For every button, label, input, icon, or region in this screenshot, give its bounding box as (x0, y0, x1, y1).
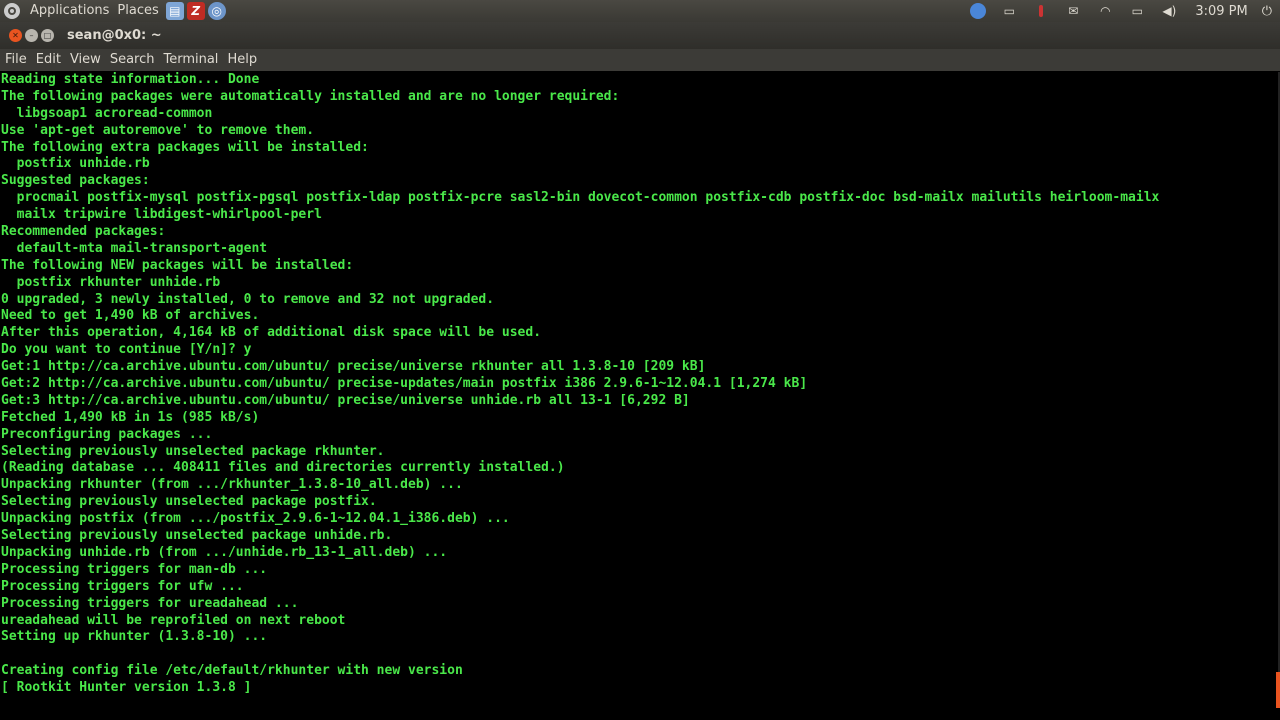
window-titlebar[interactable]: ✕ – □ sean@0x0: ~ (0, 22, 1280, 49)
power-icon[interactable]: ⏻ (1262, 4, 1272, 19)
menu-view[interactable]: View (66, 49, 105, 71)
menu-terminal[interactable]: Terminal (159, 49, 222, 71)
mail-icon[interactable]: ✉ (1064, 3, 1082, 19)
terminal-line: Get:1 http://ca.archive.ubuntu.com/ubunt… (1, 359, 706, 375)
panel-right: ▭ ✉ ◠ ▭ ◀) 3:09 PM ⏻ (963, 0, 1280, 22)
terminal-line: Unpacking postfix (from .../postfix_2.9.… (1, 511, 510, 527)
terminal-line: The following NEW packages will be insta… (1, 257, 354, 273)
terminal-line: Fetched 1,490 kB in 1s (985 kB/s) (1, 409, 260, 425)
menu-search[interactable]: Search (106, 49, 159, 71)
terminal-line: Unpacking unhide.rb (from .../unhide.rb_… (1, 544, 448, 560)
terminal-line: Preconfiguring packages ... (1, 426, 213, 442)
terminal-line: Get:2 http://ca.archive.ubuntu.com/ubunt… (1, 376, 808, 392)
terminal-line: Need to get 1,490 kB of archives. (1, 308, 260, 324)
terminal-line: Do you want to continue [Y/n]? y (1, 342, 252, 358)
terminal-line: The following packages were automaticall… (1, 88, 620, 104)
top-panel: Applications Places ▤ Z ◎ ▭ ✉ ◠ ▭ ◀) 3:0… (0, 0, 1280, 22)
terminal-line: ureadahead will be reprofiled on next re… (1, 612, 346, 628)
terminal-line: Processing triggers for man-db ... (1, 561, 268, 577)
terminal-line: Get:3 http://ca.archive.ubuntu.com/ubunt… (1, 392, 690, 408)
notes-icon[interactable]: ▭ (1000, 3, 1018, 19)
filezilla-icon[interactable]: Z (186, 2, 205, 20)
ubuntu-logo-icon[interactable] (4, 3, 20, 19)
close-window-button[interactable]: ✕ (9, 29, 22, 42)
wifi-icon[interactable]: ◠ (1096, 3, 1114, 19)
terminal-line: Processing triggers for ufw ... (1, 578, 244, 594)
red-indicator-dot (1039, 5, 1044, 17)
minimize-window-button[interactable]: – (25, 29, 38, 42)
terminal-line: default-mta mail-transport-agent (1, 240, 268, 256)
terminal-line: 0 upgraded, 3 newly installed, 0 to remo… (1, 291, 495, 307)
maximize-window-button[interactable]: □ (41, 29, 54, 42)
terminal-line: Recommended packages: (1, 224, 166, 240)
terminal-line: procmail postfix-mysql postfix-pgsql pos… (1, 190, 1160, 206)
terminal-line: Use 'apt-get autoremove' to remove them. (1, 122, 315, 138)
terminal-line: Creating config file /etc/default/rkhunt… (1, 663, 463, 679)
volume-icon[interactable]: ◀) (1160, 3, 1178, 19)
web-browser-icon[interactable]: ◎ (207, 2, 226, 20)
window-title: sean@0x0: ~ (67, 28, 162, 43)
places-menu[interactable]: Places (113, 0, 162, 22)
menu-help[interactable]: Help (223, 49, 261, 71)
battery-icon[interactable]: ▭ (1128, 3, 1146, 19)
scrollbar-thumb[interactable] (1276, 672, 1280, 708)
terminal-line: Selecting previously unselected package … (1, 528, 393, 544)
panel-left: Applications Places ▤ Z ◎ (0, 0, 226, 22)
terminal-line: libgsoap1 acroread-common (1, 105, 213, 121)
terminal-line: [ Rootkit Hunter version 1.3.8 ] (1, 680, 252, 696)
file-manager-icon[interactable]: ▤ (165, 2, 184, 20)
terminal-menubar: File Edit View Search Terminal Help (0, 49, 1280, 71)
applications-menu[interactable]: Applications (26, 0, 113, 22)
terminal-line: Selecting previously unselected package … (1, 494, 377, 510)
terminal-line: mailx tripwire libdigest-whirlpool-perl (1, 207, 322, 223)
terminal-line: Suggested packages: (1, 173, 150, 189)
terminal-line: (Reading database ... 408411 files and d… (1, 460, 565, 476)
terminal-line: postfix rkhunter unhide.rb (1, 274, 221, 290)
terminal-line: Processing triggers for ureadahead ... (1, 595, 299, 611)
terminal-line: postfix unhide.rb (1, 156, 150, 172)
menu-file[interactable]: File (1, 49, 31, 71)
chrome-icon[interactable] (970, 3, 987, 19)
red-indicator-icon[interactable] (1032, 3, 1050, 19)
terminal-line: The following extra packages will be ins… (1, 139, 369, 155)
menu-edit[interactable]: Edit (32, 49, 65, 71)
clock[interactable]: 3:09 PM (1195, 4, 1247, 19)
terminal-line: Selecting previously unselected package … (1, 443, 385, 459)
terminal-line: Unpacking rkhunter (from .../rkhunter_1.… (1, 477, 463, 493)
terminal-line: Setting up rkhunter (1.3.8-10) ... (1, 629, 268, 645)
terminal-line: After this operation, 4,164 kB of additi… (1, 325, 542, 341)
terminal-line: Reading state information... Done (1, 72, 260, 87)
terminal-output[interactable]: Reading state information... Done The fol… (0, 72, 1280, 720)
